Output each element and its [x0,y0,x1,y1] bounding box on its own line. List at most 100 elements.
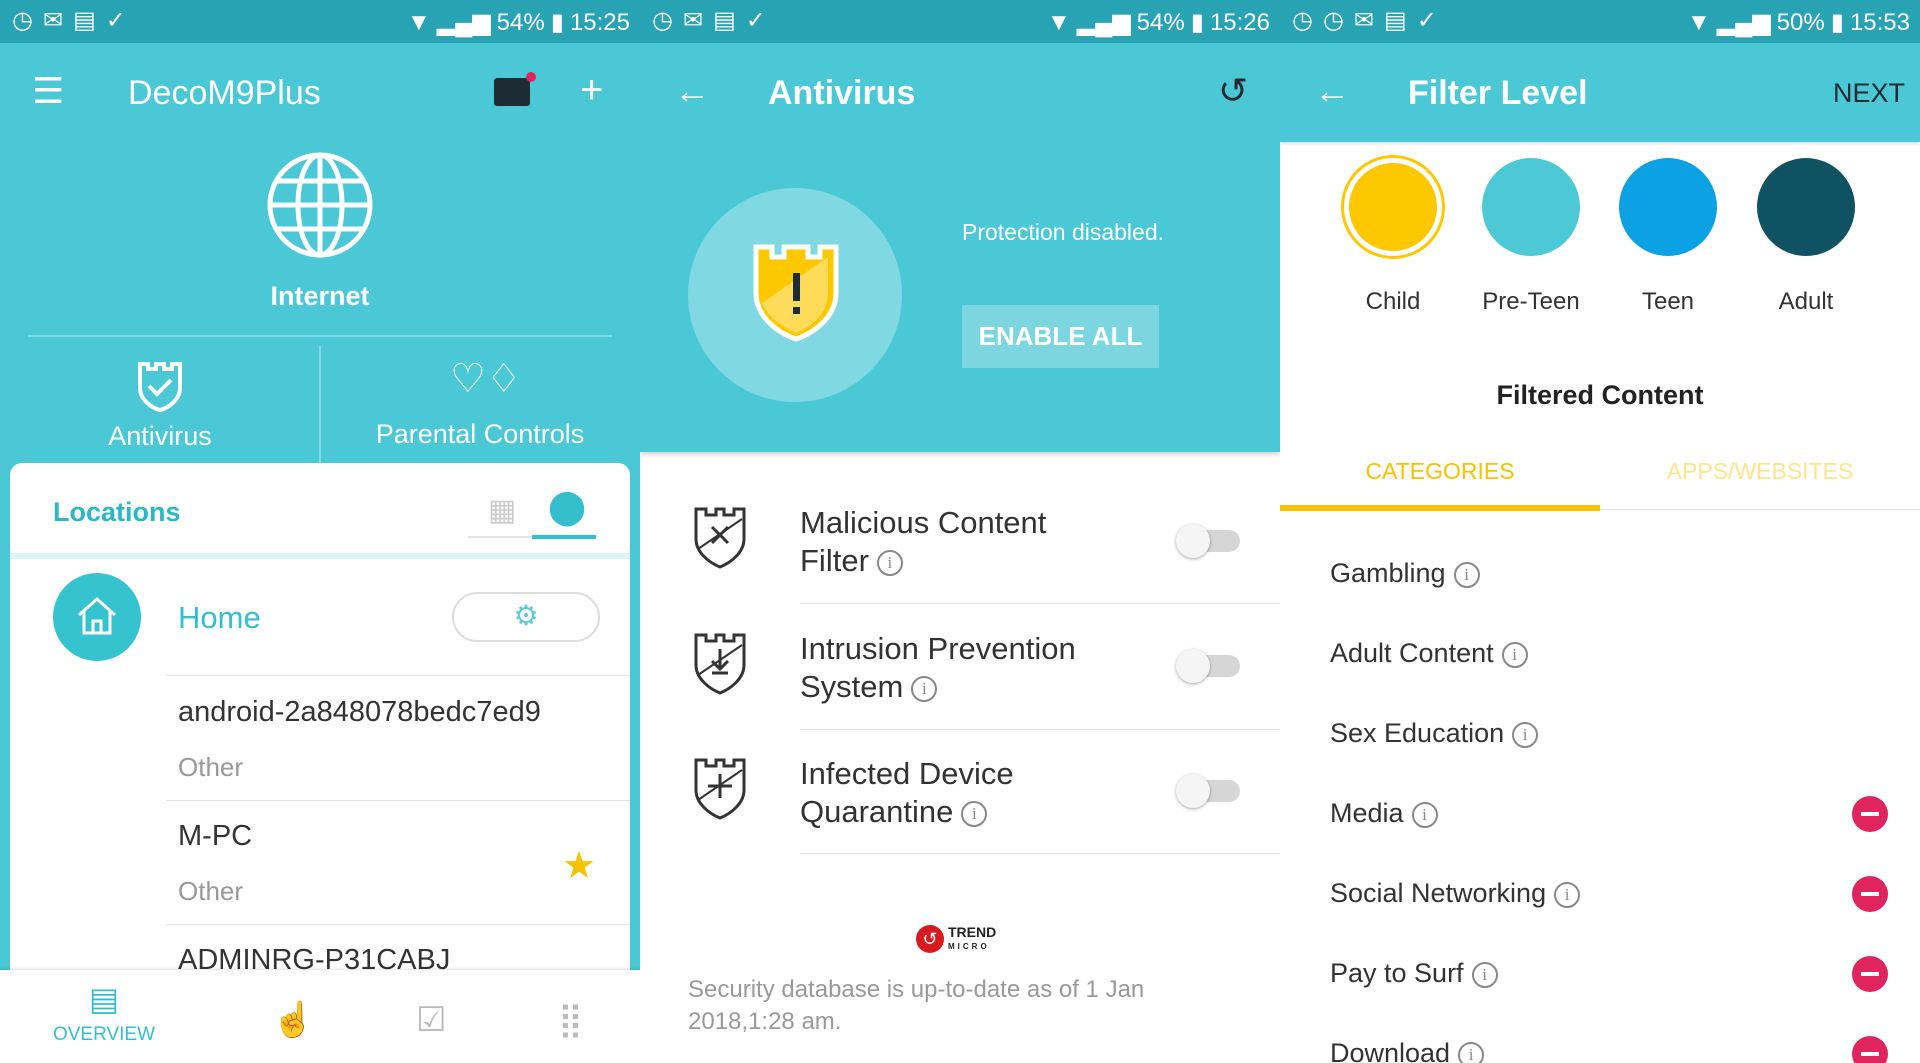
time: 15:53 [1849,8,1910,36]
level-adult[interactable] [1757,158,1855,256]
category-sex-education[interactable]: Sex Education i [1330,718,1539,749]
parental-controls-shortcut[interactable]: ♡♢ Parental Controls [320,346,640,463]
status-bar: ◷ ✉ ▤ ✓ ▼ ▂▄▆ 54% ▮ 15:26 [640,0,1280,43]
tab-apps-websites[interactable]: APPS/WEBSITES [1600,458,1920,485]
antivirus-label: Antivirus [108,421,212,451]
map-pin-icon[interactable]: ⬤ [548,487,586,527]
level-pre-teen[interactable] [1482,158,1580,256]
feature-malicious-filter: Malicious Content Filter i [800,504,1046,580]
back-arrow-icon[interactable]: ← [1314,70,1350,112]
nav-overview-label: OVERVIEW [52,1024,156,1045]
feature-name: Quarantine [800,794,954,829]
feature-infected-quarantine: Infected Device Quarantine i [800,755,1014,831]
back-arrow-icon[interactable]: ← [674,70,710,112]
category-pay-to-surf[interactable]: Pay to Surf i [1330,958,1498,989]
remove-media-icon[interactable] [1852,796,1888,832]
wifi-icon: ▼ [406,8,431,36]
check-icon: ✓ [745,7,766,34]
category-media[interactable]: Media i [1330,798,1438,829]
feature-name: System [800,669,904,704]
remove-social-networking-icon[interactable] [1852,876,1888,912]
remove-pay-to-surf-icon[interactable] [1852,956,1888,992]
home-location-name[interactable]: Home [178,600,261,636]
info-icon[interactable]: i [1458,1041,1485,1063]
remove-download-icon[interactable] [1852,1036,1888,1063]
nav-overview[interactable]: ▤ OVERVIEW [40,980,168,1060]
intrusion-prevention-icon [694,633,746,695]
filter-level-screen: ◷ ◷ ✉ ▤ ✓ ▼ ▂▄▆ 50% ▮ 15:53 ← Filter Level NEXT … [1280,0,1920,1063]
info-icon[interactable]: i [961,800,988,827]
nav-touch-icon[interactable]: ☝ [272,1000,314,1040]
device-type: Other [178,876,244,906]
device-name[interactable]: M-PC [178,820,252,853]
info-icon[interactable]: i [1554,881,1581,908]
info-icon[interactable]: i [1453,561,1480,588]
bottom-nav: ▤ OVERVIEW ☝ ☑ ⣿ [0,970,640,1063]
wifi-icon: ▼ [1046,8,1071,36]
category-social-networking[interactable]: Social Networking i [1330,878,1581,909]
gmail-icon: ✉ [42,7,64,34]
nav-report-icon[interactable]: ☑ [416,1000,446,1040]
gear-icon: ⚙ [513,600,539,631]
feature-name: Intrusion Prevention [800,631,1076,666]
level-teen[interactable] [1619,158,1717,256]
antivirus-shortcut[interactable]: Antivirus [0,346,320,463]
overview-screen: ◷ ✉ ▤ ✓ ▼ ▂▄▆ 54% ▮ 15:25 ☰ DecoM9Plus + Intern… [0,0,640,1063]
info-icon[interactable]: i [1501,641,1528,668]
page-title: Antivirus [768,74,916,112]
category-adult-content[interactable]: Adult Content i [1330,638,1528,669]
wifi-icon: ▼ [1686,8,1711,36]
location-settings-button[interactable]: ⚙ [452,592,600,642]
gmail-icon: ✉ [682,7,704,34]
quarantine-toggle[interactable] [1176,774,1240,808]
next-button[interactable]: NEXT [1833,78,1905,109]
enable-all-button[interactable]: ENABLE ALL [962,305,1159,368]
history-icon[interactable]: ↺ [1218,70,1248,112]
info-icon[interactable]: i [1512,721,1539,748]
section-title: Filtered Content [1496,380,1704,410]
star-icon[interactable]: ★ [562,843,596,888]
message-icon: ▤ [73,7,96,34]
database-status-line: Security database is up-to-date as of 1 … [688,976,1145,1003]
info-icon[interactable]: i [911,675,938,702]
battery-icon: ▮ [1830,9,1844,36]
globe-icon[interactable] [266,151,374,259]
grid-view-icon[interactable]: ▦ [488,493,516,528]
info-icon[interactable]: i [1471,961,1498,988]
plus-icon[interactable]: + [580,68,603,113]
status-bar: ◷ ◷ ✉ ▤ ✓ ▼ ▂▄▆ 50% ▮ 15:53 [1280,0,1920,43]
level-child[interactable] [1344,158,1442,256]
home-icon [53,573,141,661]
nav-more-icon[interactable]: ⣿ [558,1000,583,1040]
trend-micro-logo: ↺ TREND MICRO [916,925,996,953]
malicious-filter-icon [694,507,746,569]
check-icon: ✓ [1416,7,1437,34]
family-icon: ♡♢ [450,357,522,401]
tab-categories[interactable]: CATEGORIES [1280,458,1600,485]
battery-level: 54% [496,8,545,36]
protection-status: Protection disabled. [962,219,1165,245]
internet-label[interactable]: Internet [0,281,640,312]
hamburger-icon[interactable]: ☰ [32,70,64,112]
time: 15:26 [1209,8,1270,36]
mail-icon[interactable] [494,72,536,106]
clock-icon: ◷ [1322,7,1344,34]
category-download[interactable]: Download i [1330,1038,1485,1063]
signal-icon: ▂▄▆ [1716,9,1771,36]
protection-circle [688,188,902,402]
info-icon[interactable]: i [1411,801,1438,828]
message-icon: ▤ [713,7,736,34]
clock-icon: ◷ [1292,7,1313,34]
overview-icon: ▤ [88,981,120,1017]
parental-controls-label: Parental Controls [375,419,585,449]
locations-title: Locations [53,497,181,527]
category-gambling[interactable]: Gambling i [1330,558,1480,589]
malicious-filter-toggle[interactable] [1176,524,1240,558]
quarantine-icon [694,758,746,820]
device-name[interactable]: android-2a848078bedc7ed9 [178,696,541,729]
info-icon[interactable]: i [876,549,903,576]
feature-name: Malicious Content [800,505,1047,540]
level-label: Pre-Teen [1482,288,1580,315]
intrusion-prevention-toggle[interactable] [1176,649,1240,683]
level-label: Adult [1778,288,1834,315]
